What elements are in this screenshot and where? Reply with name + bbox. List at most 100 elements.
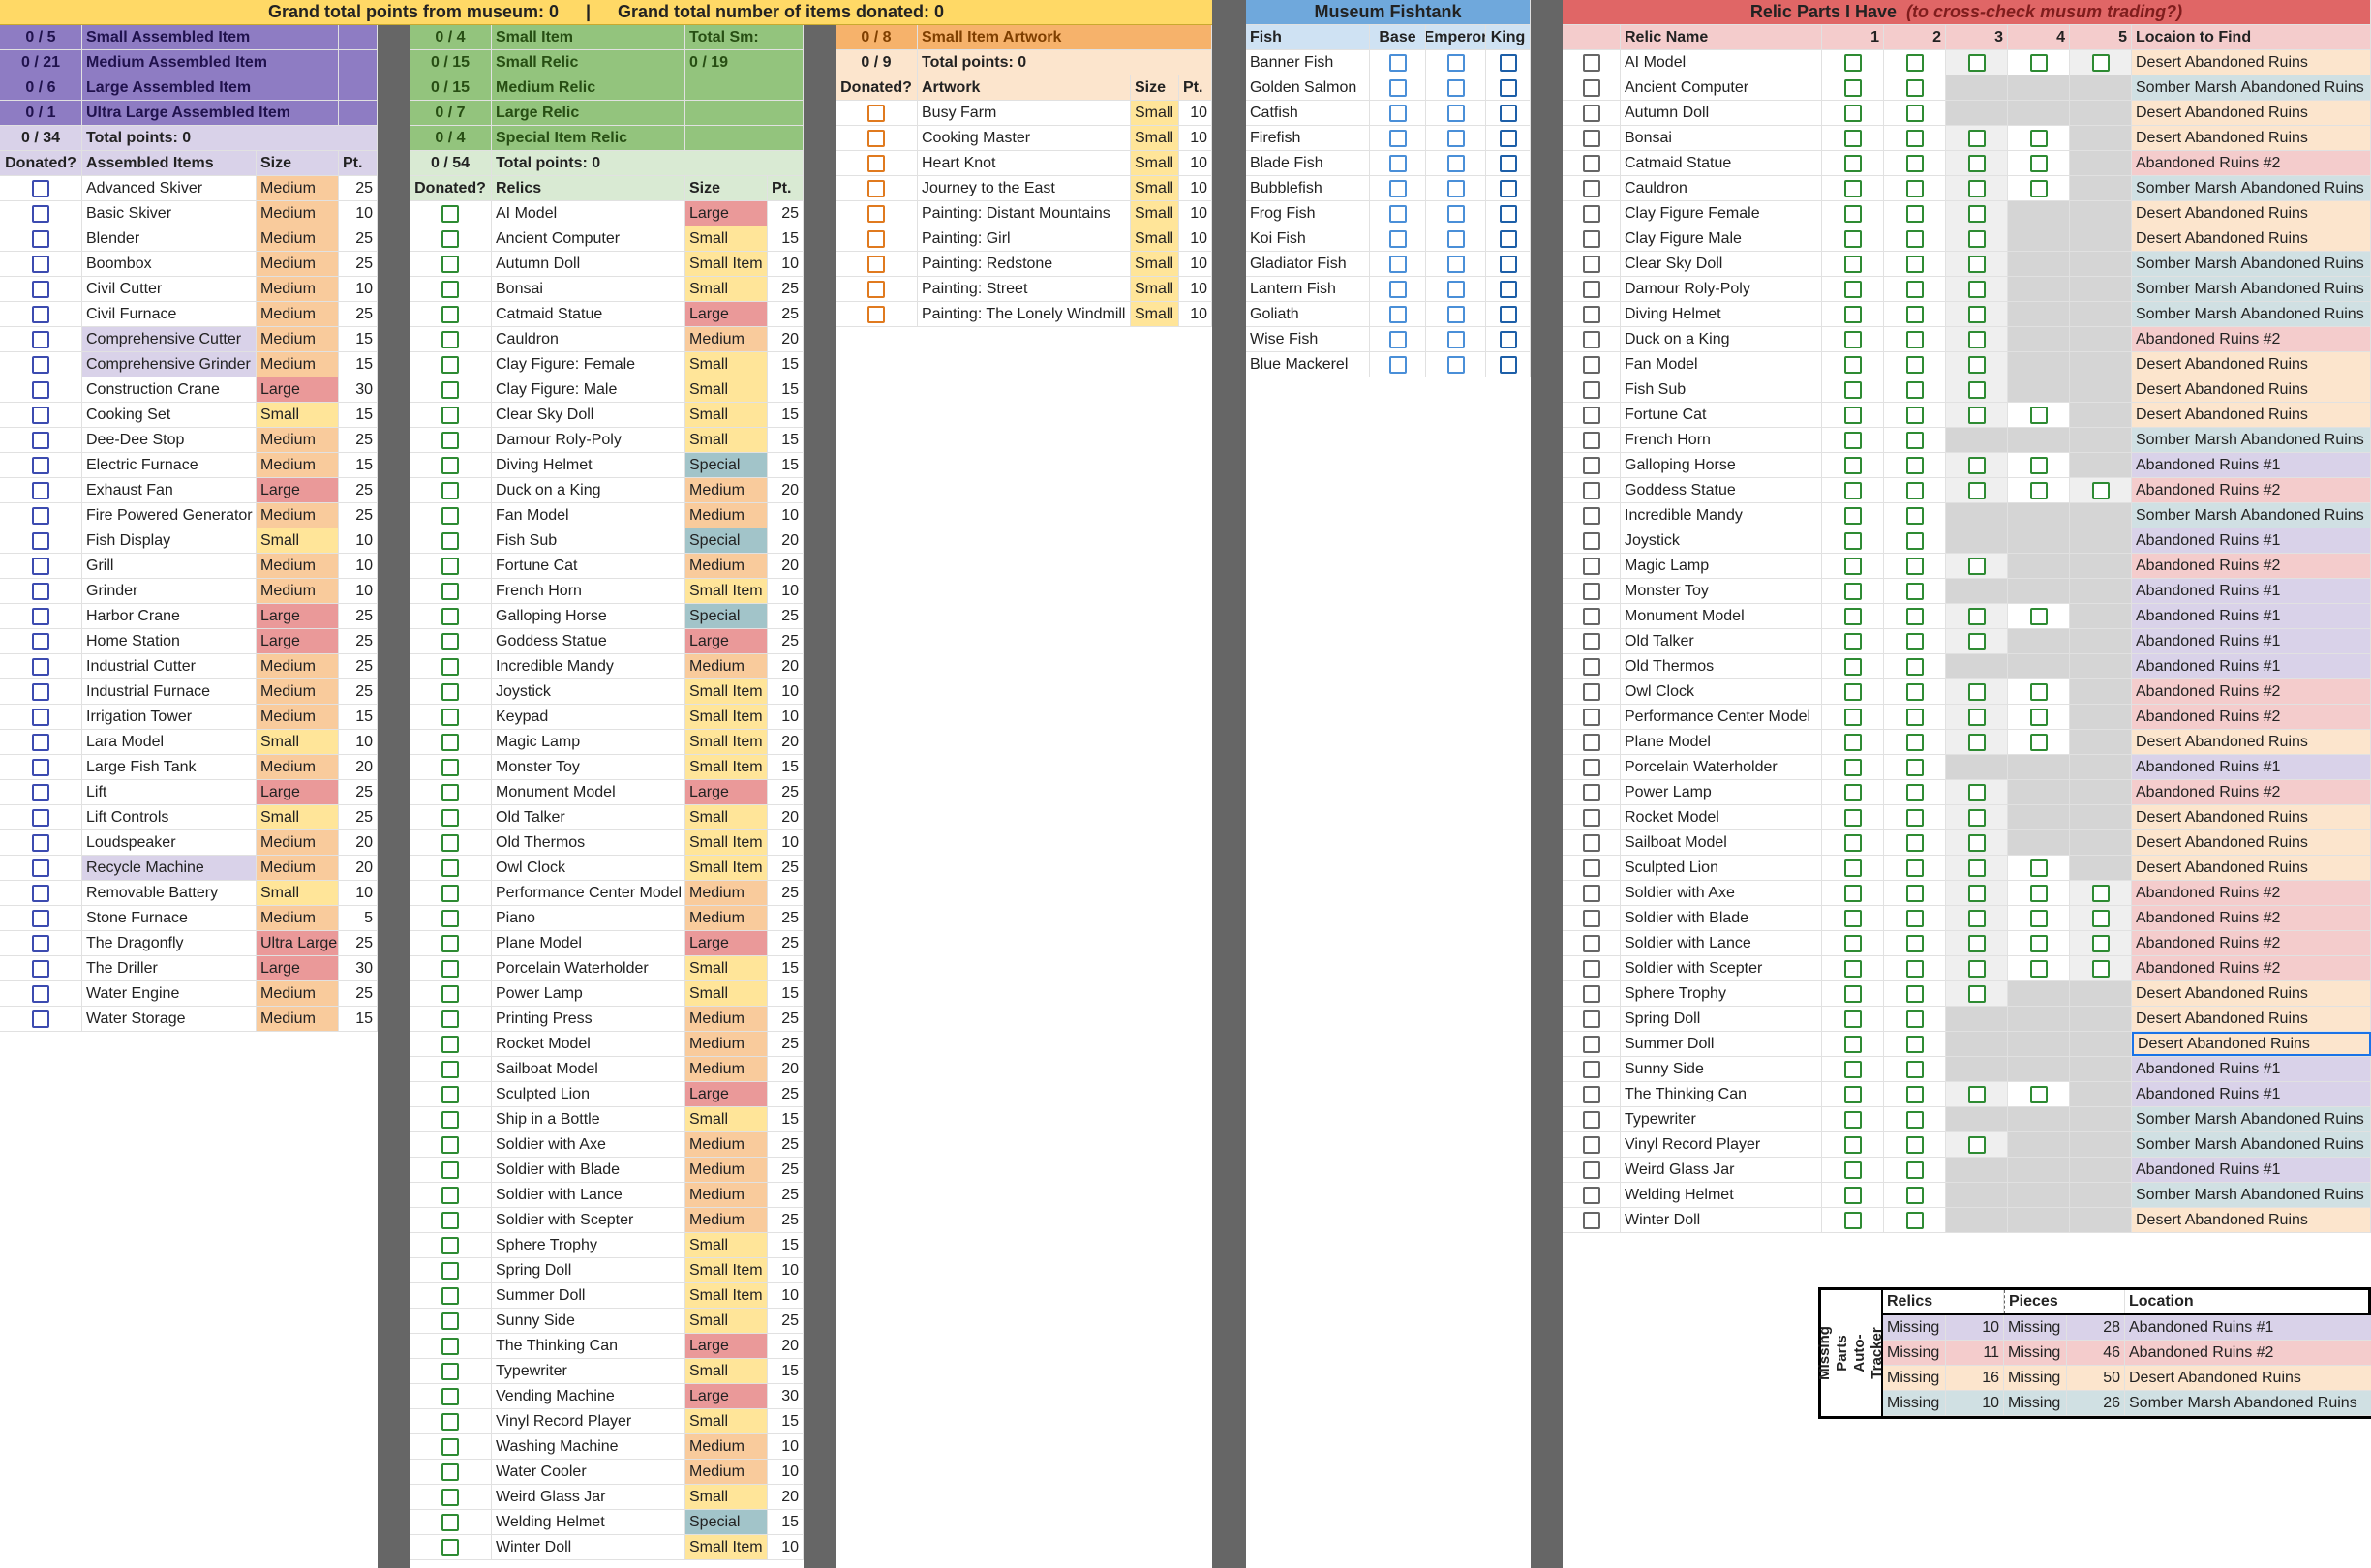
part-2-checkbox[interactable] bbox=[1905, 833, 1924, 852]
part-3-checkbox[interactable] bbox=[1967, 833, 1986, 852]
king-checkbox[interactable] bbox=[1499, 255, 1517, 273]
owned-checkbox[interactable] bbox=[1582, 1035, 1600, 1053]
part-3-checkbox[interactable] bbox=[1967, 380, 1986, 399]
part-2-checkbox[interactable] bbox=[1905, 682, 1924, 701]
donated-checkbox[interactable] bbox=[441, 1462, 459, 1481]
base-checkbox[interactable] bbox=[1388, 355, 1407, 374]
donated-checkbox[interactable] bbox=[441, 1538, 459, 1556]
donated-checkbox[interactable] bbox=[441, 406, 459, 424]
donated-checkbox[interactable] bbox=[32, 456, 49, 474]
part-1-checkbox[interactable] bbox=[1843, 833, 1862, 852]
emperor-checkbox[interactable] bbox=[1446, 104, 1465, 122]
part-2-checkbox[interactable] bbox=[1905, 733, 1924, 751]
king-checkbox[interactable] bbox=[1499, 129, 1517, 147]
part-1-checkbox[interactable] bbox=[1843, 305, 1862, 323]
part-1-checkbox[interactable] bbox=[1843, 607, 1862, 625]
donated-checkbox[interactable] bbox=[32, 909, 49, 927]
part-1-checkbox[interactable] bbox=[1843, 431, 1862, 449]
owned-checkbox[interactable] bbox=[1582, 833, 1600, 852]
part-1-checkbox[interactable] bbox=[1843, 104, 1862, 122]
emperor-checkbox[interactable] bbox=[1446, 229, 1465, 248]
part-2-checkbox[interactable] bbox=[1905, 380, 1924, 399]
donated-checkbox[interactable] bbox=[441, 1362, 459, 1380]
base-checkbox[interactable] bbox=[1388, 104, 1407, 122]
base-checkbox[interactable] bbox=[1388, 305, 1407, 323]
donated-checkbox[interactable] bbox=[32, 884, 49, 902]
emperor-checkbox[interactable] bbox=[1446, 355, 1465, 374]
owned-checkbox[interactable] bbox=[1582, 280, 1600, 298]
part-1-checkbox[interactable] bbox=[1843, 179, 1862, 197]
owned-checkbox[interactable] bbox=[1582, 582, 1600, 600]
owned-checkbox[interactable] bbox=[1582, 1186, 1600, 1204]
donated-checkbox[interactable] bbox=[32, 179, 49, 197]
donated-checkbox[interactable] bbox=[441, 255, 459, 273]
part-1-checkbox[interactable] bbox=[1843, 154, 1862, 172]
part-1-checkbox[interactable] bbox=[1843, 1035, 1862, 1053]
base-checkbox[interactable] bbox=[1388, 330, 1407, 348]
part-4-checkbox[interactable] bbox=[2029, 481, 2048, 499]
owned-checkbox[interactable] bbox=[1582, 255, 1600, 273]
part-2-checkbox[interactable] bbox=[1905, 657, 1924, 676]
donated-checkbox[interactable] bbox=[441, 1236, 459, 1254]
donated-checkbox[interactable] bbox=[441, 1312, 459, 1330]
part-4-checkbox[interactable] bbox=[2029, 154, 2048, 172]
part-1-checkbox[interactable] bbox=[1843, 758, 1862, 776]
donated-checkbox[interactable] bbox=[441, 682, 459, 701]
part-2-checkbox[interactable] bbox=[1905, 934, 1924, 952]
donated-checkbox[interactable] bbox=[441, 808, 459, 827]
part-1-checkbox[interactable] bbox=[1843, 53, 1862, 72]
part-4-checkbox[interactable] bbox=[2029, 682, 2048, 701]
donated-checkbox[interactable] bbox=[32, 783, 49, 801]
part-1-checkbox[interactable] bbox=[1843, 355, 1862, 374]
part-3-checkbox[interactable] bbox=[1967, 984, 1986, 1003]
donated-checkbox[interactable] bbox=[32, 934, 49, 952]
part-1-checkbox[interactable] bbox=[1843, 1085, 1862, 1103]
part-2-checkbox[interactable] bbox=[1905, 456, 1924, 474]
part-1-checkbox[interactable] bbox=[1843, 1211, 1862, 1229]
donated-checkbox[interactable] bbox=[441, 1161, 459, 1179]
part-2-checkbox[interactable] bbox=[1905, 1035, 1924, 1053]
owned-checkbox[interactable] bbox=[1582, 204, 1600, 223]
donated-checkbox[interactable] bbox=[441, 506, 459, 525]
part-4-checkbox[interactable] bbox=[2029, 1085, 2048, 1103]
part-2-checkbox[interactable] bbox=[1905, 506, 1924, 525]
owned-checkbox[interactable] bbox=[1582, 179, 1600, 197]
donated-checkbox[interactable] bbox=[32, 355, 49, 374]
part-3-checkbox[interactable] bbox=[1967, 708, 1986, 726]
donated-checkbox[interactable] bbox=[441, 1387, 459, 1405]
part-3-checkbox[interactable] bbox=[1967, 355, 1986, 374]
donated-checkbox[interactable] bbox=[32, 481, 49, 499]
part-1-checkbox[interactable] bbox=[1843, 380, 1862, 399]
part-3-checkbox[interactable] bbox=[1967, 255, 1986, 273]
part-2-checkbox[interactable] bbox=[1905, 1060, 1924, 1078]
part-2-checkbox[interactable] bbox=[1905, 255, 1924, 273]
donated-checkbox[interactable] bbox=[441, 330, 459, 348]
part-3-checkbox[interactable] bbox=[1967, 280, 1986, 298]
part-5-checkbox[interactable] bbox=[2091, 53, 2110, 72]
part-3-checkbox[interactable] bbox=[1967, 733, 1986, 751]
emperor-checkbox[interactable] bbox=[1446, 255, 1465, 273]
part-2-checkbox[interactable] bbox=[1905, 78, 1924, 97]
part-3-checkbox[interactable] bbox=[1967, 808, 1986, 827]
part-1-checkbox[interactable] bbox=[1843, 481, 1862, 499]
part-1-checkbox[interactable] bbox=[1843, 204, 1862, 223]
emperor-checkbox[interactable] bbox=[1446, 330, 1465, 348]
part-4-checkbox[interactable] bbox=[2029, 884, 2048, 902]
donated-checkbox[interactable] bbox=[441, 229, 459, 248]
part-2-checkbox[interactable] bbox=[1905, 53, 1924, 72]
part-4-checkbox[interactable] bbox=[2029, 959, 2048, 978]
part-2-checkbox[interactable] bbox=[1905, 406, 1924, 424]
part-1-checkbox[interactable] bbox=[1843, 959, 1862, 978]
donated-checkbox[interactable] bbox=[32, 330, 49, 348]
part-1-checkbox[interactable] bbox=[1843, 531, 1862, 550]
part-4-checkbox[interactable] bbox=[2029, 733, 2048, 751]
donated-checkbox[interactable] bbox=[441, 607, 459, 625]
part-2-checkbox[interactable] bbox=[1905, 859, 1924, 877]
emperor-checkbox[interactable] bbox=[1446, 53, 1465, 72]
donated-checkbox[interactable] bbox=[32, 305, 49, 323]
donated-checkbox[interactable] bbox=[441, 531, 459, 550]
king-checkbox[interactable] bbox=[1499, 355, 1517, 374]
donated-checkbox[interactable] bbox=[441, 431, 459, 449]
owned-checkbox[interactable] bbox=[1582, 657, 1600, 676]
part-1-checkbox[interactable] bbox=[1843, 456, 1862, 474]
